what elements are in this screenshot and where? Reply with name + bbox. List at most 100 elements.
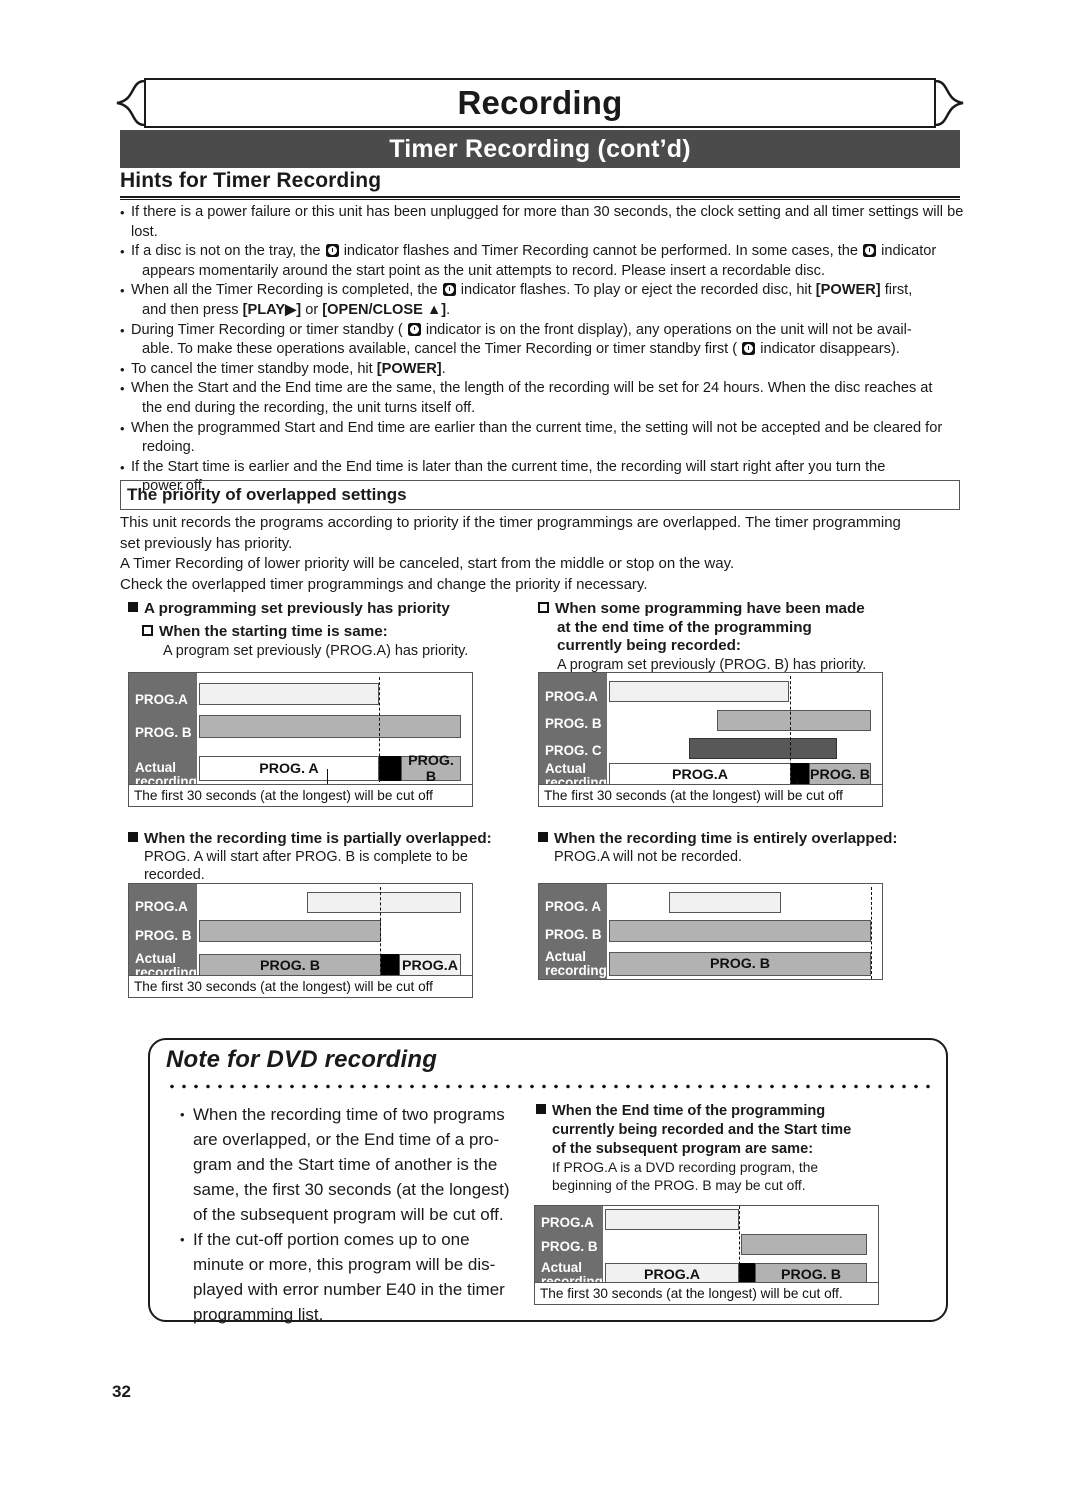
bar-prog-b [199, 715, 461, 738]
diagram-1-subheading: When the starting time is same: [128, 623, 528, 642]
row-label-actual-2: recording [545, 963, 607, 978]
bullet-dot-icon: • [120, 322, 125, 338]
hint-text: If there is a power failure or this unit… [131, 204, 964, 240]
diagram-4-plot: PROG. B [607, 884, 882, 979]
row-label-prog-b: PROG. B [541, 1239, 598, 1254]
bullet-dot-icon: • [120, 361, 125, 377]
diagram-5-note: If PROG.A is a DVD recording program, th… [552, 1160, 819, 1193]
filled-square-icon [128, 832, 138, 842]
hint-text: the end during the recording, the unit t… [142, 399, 476, 416]
row-label-prog-a: PROG.A [541, 1215, 594, 1230]
diagram-3-heading: When the recording time is partially ove… [128, 830, 528, 848]
clock-indicator-icon [863, 244, 877, 258]
bar-prog-b [609, 920, 871, 942]
hint-text: appears momentarily around the start poi… [142, 262, 826, 279]
actual-cutoff-block [379, 756, 401, 781]
clock-indicator-icon [442, 283, 456, 297]
actual-segment-prog-a: PROG. A [199, 756, 379, 781]
diagram-2-note: A program set previously (PROG. B) has p… [557, 656, 867, 673]
hint-text: When the Start and the End time are the … [131, 380, 933, 397]
hint-text: redoing. [142, 439, 195, 456]
bar-prog-c [689, 738, 837, 759]
hint-text: indicator [881, 243, 937, 260]
bar-prog-b [741, 1234, 867, 1255]
bullet-dot-icon: • [120, 244, 125, 260]
page-title: Recording [457, 84, 623, 122]
page-banner: Recording [116, 78, 964, 130]
diagram-1-boundary-line [379, 677, 380, 782]
row-label-prog-a: PROG.A [545, 689, 598, 704]
priority-heading-box: The priority of overlapped settings [120, 480, 960, 510]
hints-rule [120, 196, 960, 200]
hint-text: If a disc is not on the tray, the [131, 243, 321, 260]
clock-indicator-icon [407, 322, 421, 336]
hint-text: . [446, 301, 451, 318]
diagram-same-start-time: A programming set previously has priorit… [128, 600, 528, 660]
bar-prog-b [199, 920, 381, 942]
row-label-prog-b: PROG. B [545, 716, 602, 731]
diagram-5-heading: When the End time of the programming cur… [536, 1102, 936, 1159]
note-bullet-1: • When the recording time of two program… [180, 1102, 535, 1227]
row-label-prog-b: PROG. B [545, 927, 602, 942]
diagram-2-chart: PROG.A PROG. B PROG. C Actual recording … [538, 672, 883, 807]
note-dotted-rule [166, 1084, 930, 1089]
hint-item-4: • During Timer Recording or timer standb… [120, 321, 965, 360]
bar-prog-a [605, 1209, 739, 1230]
bullet-dot-icon: • [120, 381, 125, 397]
bar-prog-a [199, 683, 379, 705]
key-play: [PLAY▶] [242, 301, 302, 318]
hint-text: When all the Timer Recording is complete… [131, 282, 438, 299]
key-power: [POWER] [815, 282, 881, 299]
row-label-prog-b: PROG. B [135, 725, 192, 740]
bar-prog-b [717, 710, 871, 731]
hint-item-5: • To cancel the timer standby mode, hit … [120, 360, 965, 380]
diagram-4-chart: PROG. A PROG. B Actual recording PROG. B [538, 883, 883, 980]
diagram-partially-overlapped: When the recording time is partially ove… [128, 830, 528, 884]
priority-intro: This unit records the programs according… [120, 513, 965, 595]
hint-text: and then press [142, 301, 239, 318]
row-label-prog-a: PROG. A [545, 899, 602, 914]
section-subbar: Timer Recording (cont’d) [120, 130, 960, 168]
hint-text: indicator disappears). [760, 341, 900, 358]
diagram-2-subheading: When some programming have been made at … [538, 600, 948, 656]
open-square-icon [538, 602, 549, 613]
diagram-4-heading: When the recording time is entirely over… [538, 830, 948, 848]
diagram-2-caption: The first 30 seconds (at the longest) wi… [539, 784, 882, 806]
diagram-1-note: A program set previously (PROG.A) has pr… [163, 642, 469, 659]
diagram-2-boundary-line [790, 676, 791, 786]
hint-text: or [305, 301, 319, 318]
row-label-prog-b: PROG. B [135, 928, 192, 943]
hint-text: able. To make these operations available… [142, 341, 738, 358]
diagram-3-boundary-line [380, 887, 381, 977]
diagram-4-row-labels: PROG. A PROG. B Actual recording [539, 884, 607, 979]
hint-text: To cancel the timer standby mode, hit [131, 360, 373, 377]
diagram-5-boundary-line [739, 1206, 740, 1285]
diagram-dvd-end-start-same-heading: When the End time of the programming cur… [536, 1102, 936, 1195]
hint-item-2: • If a disc is not on the tray, the indi… [120, 242, 965, 281]
note-bullets: • When the recording time of two program… [180, 1102, 535, 1327]
filled-square-icon [128, 602, 138, 612]
bar-prog-a [669, 892, 781, 913]
filled-square-icon [536, 1104, 546, 1114]
hint-text: indicator flashes and Timer Recording ca… [343, 243, 858, 260]
page-number: 32 [112, 1382, 131, 1401]
hint-item-6: • When the Start and the End time are th… [120, 379, 965, 418]
diagram-end-time-overlap: When some programming have been made at … [538, 600, 948, 674]
diagram-5-chart: PROG.A PROG. B Actual recording PROG.A P… [534, 1205, 879, 1305]
hint-text: indicator flashes. To play or eject the … [460, 282, 812, 299]
hints-heading: Hints for Timer Recording [120, 169, 382, 192]
diagram-4-boundary-line [871, 887, 872, 979]
actual-segment-prog-b: PROG. B [401, 753, 461, 785]
priority-paragraph-3: Check the overlapped timer programmings … [120, 575, 648, 593]
bullet-dot-icon: • [180, 1232, 185, 1247]
hint-item-1: • If there is a power failure or this un… [120, 203, 965, 242]
diagram-3-note: PROG. A will start after PROG. B is comp… [144, 849, 468, 883]
bar-prog-a [609, 681, 789, 702]
row-label-prog-a: PROG.A [135, 899, 188, 914]
hint-item-7: • When the programmed Start and End time… [120, 419, 965, 458]
key-open-close: [OPEN/CLOSE ▲] [322, 301, 447, 318]
hints-list: • If there is a power failure or this un… [120, 203, 965, 497]
row-label-prog-c: PROG. C [545, 743, 602, 758]
bullet-dot-icon: • [120, 420, 125, 436]
bullet-dot-icon: • [120, 283, 125, 299]
